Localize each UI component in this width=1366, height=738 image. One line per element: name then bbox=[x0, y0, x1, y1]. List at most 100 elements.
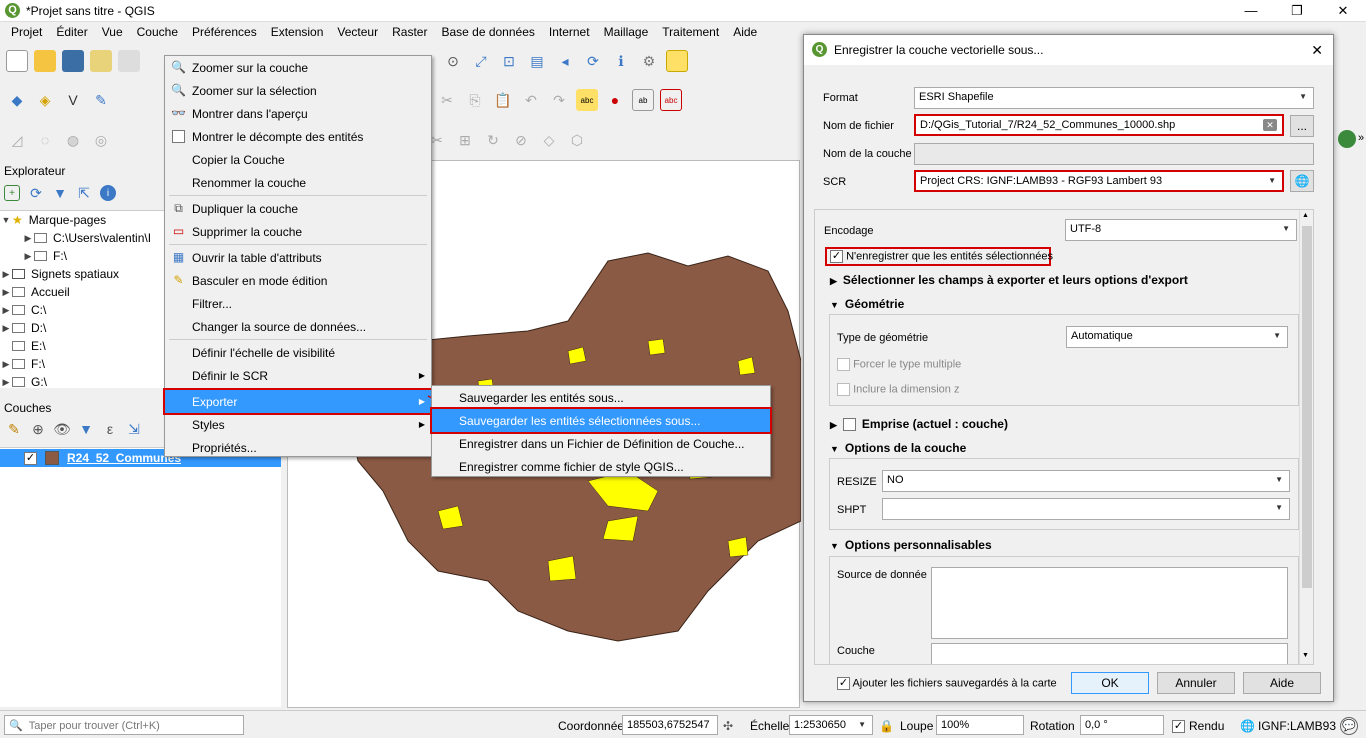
scale-select[interactable]: 1:2530650 bbox=[789, 715, 873, 735]
datasource-textarea[interactable] bbox=[931, 567, 1288, 639]
menu-duplicate-layer[interactable]: ⧉ Dupliquer la couche bbox=[165, 197, 431, 220]
add-to-map-option[interactable]: ✓ Ajouter les fichiers sauvegardés à la … bbox=[837, 677, 1057, 690]
label-abc-icon[interactable]: abc bbox=[576, 89, 598, 111]
menu-save-layer-definition[interactable]: Enregistrer dans un Fichier de Définitio… bbox=[432, 432, 770, 455]
zoom-layer-icon[interactable]: ▤ bbox=[526, 50, 548, 72]
save-project-icon[interactable] bbox=[62, 50, 84, 72]
menu-zoom-layer[interactable]: 🔍 Zoomer sur la couche bbox=[165, 56, 431, 79]
identify-icon[interactable]: ℹ bbox=[610, 50, 632, 72]
extent-checkbox[interactable] bbox=[842, 418, 856, 432]
menu-copy-layer[interactable]: Copier la Couche bbox=[165, 148, 431, 171]
add-selected-layers-icon[interactable]: + bbox=[4, 185, 20, 201]
zoom-selection-icon[interactable]: ⊡ bbox=[498, 50, 520, 72]
zoom-last-icon[interactable]: ◂ bbox=[554, 50, 576, 72]
menu-save-features-as[interactable]: Sauvegarder les entités sous... bbox=[432, 386, 770, 409]
fields-group-header[interactable]: ▶ Sélectionner les champs à exporter et l… bbox=[830, 273, 1188, 287]
maximize-button[interactable]: ❐ bbox=[1274, 0, 1320, 22]
menu-save-qgis-style[interactable]: Enregistrer comme fichier de style QGIS.… bbox=[432, 455, 770, 478]
geomtype-select[interactable]: Automatique bbox=[1066, 326, 1288, 348]
simplify-icon[interactable]: ◇ bbox=[538, 129, 560, 151]
pan-map-icon[interactable] bbox=[118, 50, 140, 72]
menu-remove-layer[interactable]: ▭ Supprimer la couche bbox=[165, 220, 431, 243]
zoom-native-icon[interactable]: ⊙ bbox=[442, 50, 464, 72]
diagram-icon[interactable]: ● bbox=[604, 89, 626, 111]
scr-select[interactable]: Project CRS: IGNF:LAMB93 - RGF93 Lambert… bbox=[914, 170, 1284, 192]
plugin-icon[interactable] bbox=[1338, 130, 1356, 148]
redo-icon[interactable]: ↷ bbox=[548, 89, 570, 111]
layername-input[interactable] bbox=[914, 143, 1314, 165]
render-checkbox[interactable]: ✓ bbox=[1172, 720, 1185, 734]
paste-icon[interactable]: 📋 bbox=[492, 89, 514, 111]
dialog-scrollbar[interactable]: ▲ ▼ bbox=[1299, 210, 1313, 664]
menu-editer[interactable]: Éditer bbox=[49, 25, 94, 39]
crs-selector-icon[interactable]: 🌐 bbox=[1290, 170, 1314, 192]
couche-textarea[interactable] bbox=[931, 643, 1288, 664]
rotation-spinbox[interactable]: 0,0 ° bbox=[1080, 715, 1164, 735]
menu-properties[interactable]: Propriétés... bbox=[165, 436, 431, 459]
add-vertex-icon[interactable]: V bbox=[62, 89, 84, 111]
select-features-icon[interactable] bbox=[666, 50, 688, 72]
force-multi-option[interactable]: Forcer le type multiple bbox=[837, 358, 961, 371]
filter-legend-icon[interactable]: ▼ bbox=[78, 421, 94, 437]
menu-projet[interactable]: Projet bbox=[4, 25, 49, 39]
style-manager-icon[interactable]: ✎ bbox=[6, 421, 22, 437]
cut-icon[interactable]: ✂ bbox=[436, 89, 458, 111]
browse-button[interactable]: ... bbox=[1290, 115, 1314, 137]
menu-change-data-source[interactable]: Changer la source de données... bbox=[165, 315, 431, 338]
add-vector-layer-icon[interactable]: ◈ bbox=[34, 89, 56, 111]
clear-input-icon[interactable]: ✕ bbox=[1263, 119, 1277, 131]
lock-scale-icon[interactable]: 🔒 bbox=[879, 719, 894, 733]
menu-open-attribute-table[interactable]: ▦ Ouvrir la table d'attributs bbox=[165, 246, 431, 269]
settings-icon[interactable]: ⚙ bbox=[638, 50, 660, 72]
encoding-select[interactable]: UTF-8 bbox=[1065, 219, 1297, 241]
menu-aide[interactable]: Aide bbox=[726, 25, 764, 39]
collapse-all-icon[interactable]: ⇱ bbox=[76, 185, 92, 201]
menu-toggle-editing[interactable]: ✎ Basculer en mode édition bbox=[165, 269, 431, 292]
messages-icon[interactable]: 💬 bbox=[1340, 717, 1358, 735]
expand-all-icon[interactable]: ⇲ bbox=[126, 421, 142, 437]
menu-vue[interactable]: Vue bbox=[95, 25, 130, 39]
menu-extension[interactable]: Extension bbox=[264, 25, 331, 39]
menu-couche[interactable]: Couche bbox=[130, 25, 185, 39]
scrollbar-thumb[interactable] bbox=[1302, 226, 1312, 588]
format-select[interactable]: ESRI Shapefile bbox=[914, 87, 1314, 109]
expression-filter-icon[interactable]: ε bbox=[102, 421, 118, 437]
menu-set-scale-visibility[interactable]: Définir l'échelle de visibilité bbox=[165, 341, 431, 364]
add-to-map-checkbox[interactable]: ✓ bbox=[837, 677, 850, 690]
force-multi-checkbox[interactable] bbox=[837, 358, 850, 371]
toolbar-extension-icon[interactable]: » bbox=[1358, 132, 1364, 144]
add-layer-icon[interactable]: ◆ bbox=[6, 89, 28, 111]
rotate-icon[interactable]: ↻ bbox=[482, 129, 504, 151]
shpt-select[interactable] bbox=[882, 498, 1290, 520]
open-project-icon[interactable] bbox=[34, 50, 56, 72]
label-unpin-icon[interactable]: abc bbox=[660, 89, 682, 111]
selected-only-option[interactable]: ✓ N'enregistrer que les entités sélectio… bbox=[825, 247, 1053, 266]
merge-icon[interactable]: ⊞ bbox=[454, 129, 476, 151]
zoom-spinbox[interactable]: 100% bbox=[936, 715, 1024, 735]
visibility-icon[interactable]: 👁 bbox=[53, 421, 71, 437]
filter-browser-icon[interactable]: ▼ bbox=[52, 185, 68, 201]
cancel-button[interactable]: Annuler bbox=[1157, 672, 1235, 694]
refresh-icon[interactable]: ⟳ bbox=[582, 50, 604, 72]
new-project-icon[interactable] bbox=[6, 50, 28, 72]
dialog-close-icon[interactable]: ✕ bbox=[1311, 42, 1323, 59]
menu-set-crs[interactable]: Définir le SCR ▶ bbox=[165, 364, 431, 387]
menu-raster[interactable]: Raster bbox=[385, 25, 434, 39]
vertex-tool-icon[interactable]: ⬡ bbox=[566, 129, 588, 151]
menu-show-feature-count[interactable]: Montrer le décompte des entités bbox=[165, 125, 431, 148]
menu-vecteur[interactable]: Vecteur bbox=[330, 25, 385, 39]
undo-icon[interactable]: ↶ bbox=[520, 89, 542, 111]
menu-traitement[interactable]: Traitement bbox=[655, 25, 726, 39]
copy-icon[interactable]: ⎘ bbox=[464, 89, 486, 111]
locator-search-input[interactable]: 🔍 Taper pour trouver (Ctrl+K) bbox=[4, 715, 244, 735]
include-z-option[interactable]: Inclure la dimension z bbox=[837, 383, 959, 396]
ok-button[interactable]: OK bbox=[1071, 672, 1149, 694]
layer-options-group-header[interactable]: ▼ Options de la couche bbox=[830, 441, 966, 455]
add-ring-icon[interactable]: ◌ bbox=[34, 129, 56, 151]
filename-input[interactable]: D:/QGis_Tutorial_7/R24_52_Communes_10000… bbox=[914, 114, 1284, 136]
label-tool-icon[interactable]: ab bbox=[632, 89, 654, 111]
custom-options-group-header[interactable]: ▼ Options personnalisables bbox=[830, 538, 992, 552]
add-part-icon[interactable]: ◍ bbox=[62, 129, 84, 151]
info-icon[interactable]: i bbox=[100, 185, 116, 201]
help-button[interactable]: Aide bbox=[1243, 672, 1321, 694]
